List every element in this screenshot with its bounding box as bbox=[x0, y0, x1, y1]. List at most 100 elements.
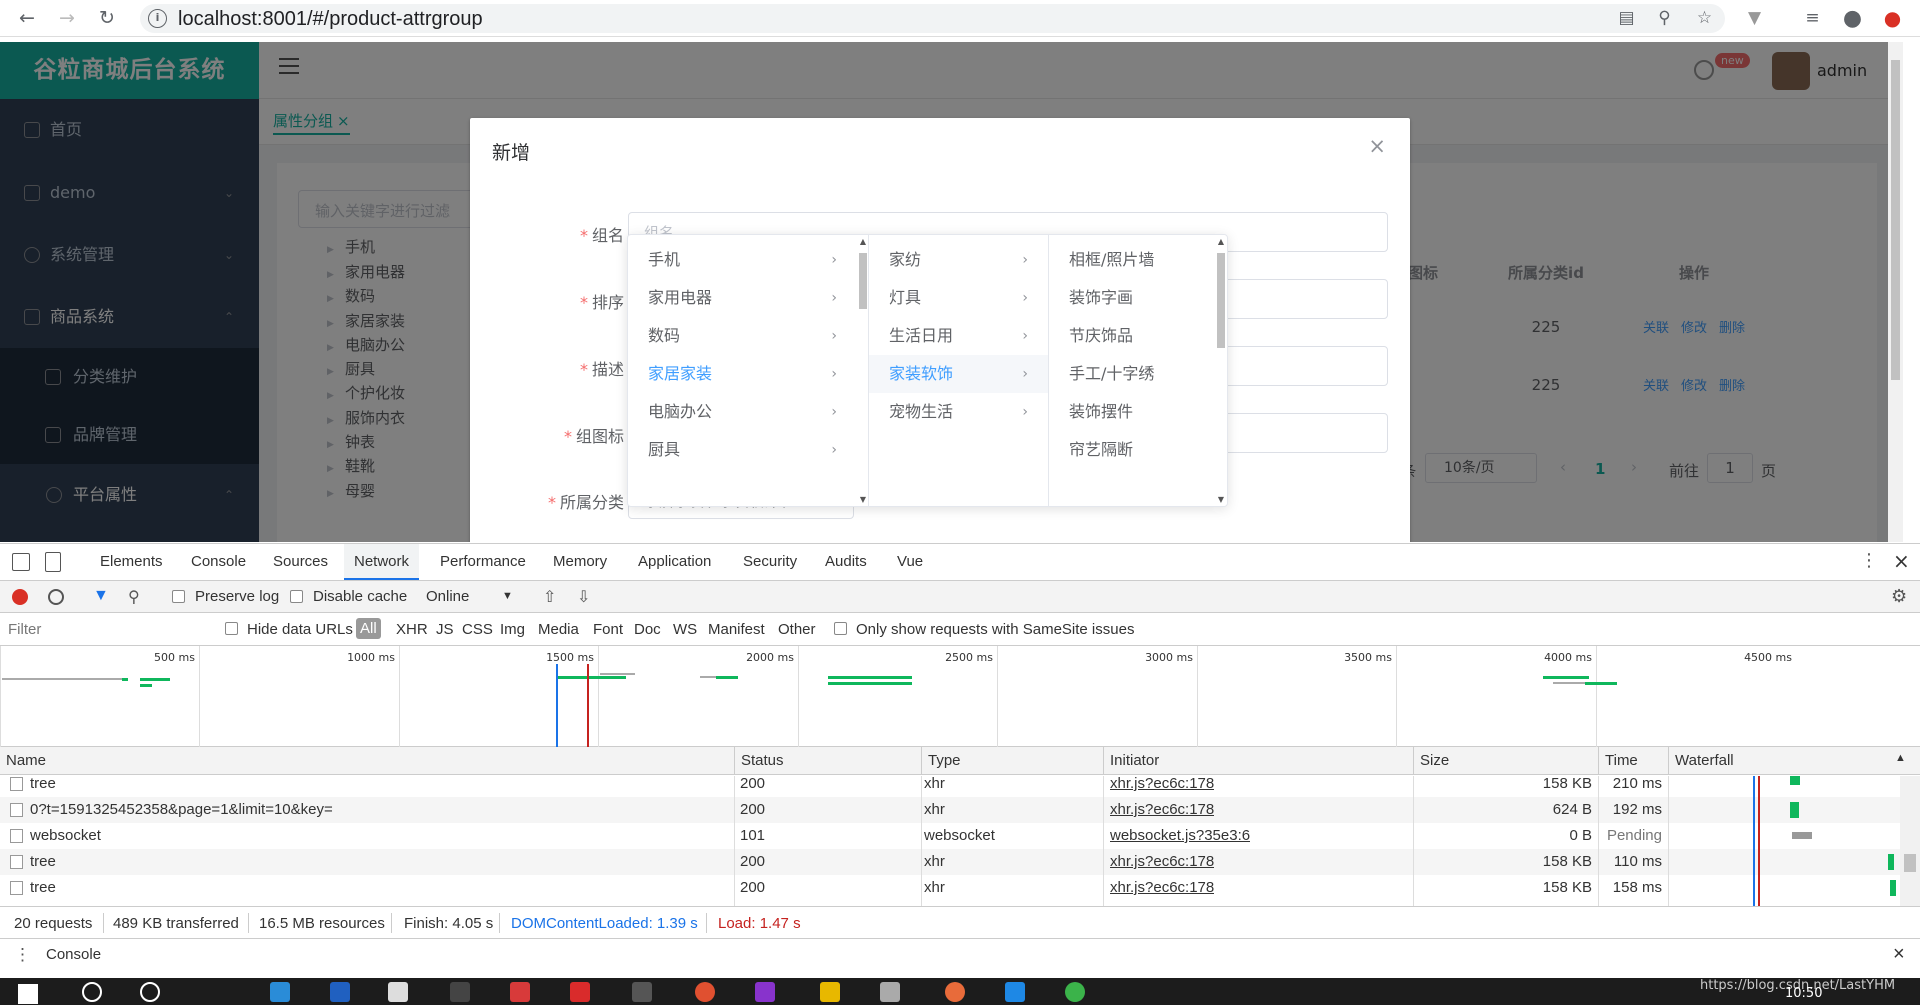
record-icon[interactable] bbox=[12, 589, 28, 605]
page-scrollbar[interactable] bbox=[1888, 42, 1903, 542]
inspect-element-icon[interactable] bbox=[12, 553, 30, 571]
app-icon[interactable] bbox=[1065, 982, 1085, 1002]
type-filter-media[interactable]: Media bbox=[538, 621, 579, 638]
reading-list-icon[interactable]: ≡ bbox=[1800, 6, 1825, 31]
close-icon[interactable]: × bbox=[1368, 134, 1386, 158]
cascader-option[interactable]: 电脑办公 › bbox=[628, 393, 857, 431]
column-header-status[interactable]: Status bbox=[734, 747, 921, 775]
samesite-checkbox[interactable] bbox=[834, 622, 847, 635]
app-icon[interactable] bbox=[945, 982, 965, 1002]
tab-sources[interactable]: Sources bbox=[273, 544, 328, 580]
tab-security[interactable]: Security bbox=[743, 544, 797, 580]
type-filter-css[interactable]: CSS bbox=[462, 621, 493, 638]
tab-elements[interactable]: Elements bbox=[100, 544, 163, 580]
app-icon[interactable] bbox=[510, 982, 530, 1002]
app-icon[interactable] bbox=[270, 982, 290, 1002]
disable-cache-checkbox[interactable] bbox=[290, 590, 303, 603]
scroll-up-icon[interactable]: ▲ bbox=[1215, 237, 1227, 246]
cascader-option-active[interactable]: 家装软饰 › bbox=[869, 355, 1048, 393]
app-icon[interactable] bbox=[330, 982, 350, 1002]
cortana-icon[interactable] bbox=[140, 982, 160, 1002]
filter-icon[interactable]: ▼ bbox=[93, 587, 109, 605]
cascader-option-active[interactable]: 家居家装 › bbox=[628, 355, 857, 393]
scroll-thumb[interactable] bbox=[1891, 60, 1900, 380]
app-icon[interactable] bbox=[570, 982, 590, 1002]
cascader-option[interactable]: 数码 › bbox=[628, 317, 857, 355]
cascader-option[interactable]: 厨具 › bbox=[628, 431, 857, 469]
vscode-icon[interactable] bbox=[1005, 982, 1025, 1002]
cell-initiator[interactable]: xhr.js?ec6c:178 bbox=[1110, 875, 1214, 901]
terminal-icon[interactable] bbox=[450, 982, 470, 1002]
type-filter-doc[interactable]: Doc bbox=[634, 621, 661, 638]
tab-console[interactable]: Console bbox=[191, 544, 246, 580]
info-icon[interactable]: i bbox=[148, 9, 167, 28]
import-icon[interactable]: ⇧ bbox=[543, 587, 556, 607]
table-scrollbar[interactable] bbox=[1900, 776, 1920, 906]
column-header-type[interactable]: Type bbox=[921, 747, 1109, 775]
type-filter-js[interactable]: JS bbox=[436, 621, 454, 638]
table-row[interactable]: tree 200 xhr xhr.js?ec6c:178 158 KB 210 ms bbox=[0, 776, 1920, 797]
table-row[interactable]: websocket 101 websocket websocket.js?35e3:6… bbox=[0, 823, 1920, 849]
cell-initiator[interactable]: websocket.js?35e3:6 bbox=[1110, 823, 1250, 849]
column-header-time[interactable]: Time bbox=[1598, 747, 1674, 775]
type-filter-ws[interactable]: WS bbox=[673, 621, 697, 638]
cascader-option[interactable]: 手工/十字绣 bbox=[1049, 355, 1209, 393]
hide-data-urls-checkbox[interactable] bbox=[225, 622, 238, 635]
cascader-option[interactable]: 装饰摆件 bbox=[1049, 393, 1209, 431]
windows-start-icon[interactable] bbox=[18, 984, 38, 1004]
type-filter-font[interactable]: Font bbox=[593, 621, 623, 638]
cascader-option[interactable]: 手机 › bbox=[628, 241, 857, 279]
throttle-select[interactable]: Online ▼ bbox=[420, 581, 520, 614]
table-row[interactable]: 0?t=1591325452358&page=1&limit=10&key= 20… bbox=[0, 797, 1920, 823]
more-options-icon[interactable]: ⋮ bbox=[1860, 550, 1878, 571]
tab-application[interactable]: Application bbox=[638, 544, 711, 580]
close-icon[interactable]: × bbox=[1893, 549, 1910, 573]
cascader-option[interactable]: 相框/照片墙 bbox=[1049, 241, 1209, 279]
translate-icon[interactable]: ▤ bbox=[1614, 6, 1639, 31]
filter-input[interactable]: Filter bbox=[0, 613, 210, 646]
scrollbar[interactable]: ▲ ▼ bbox=[857, 235, 868, 506]
cascader-option[interactable]: 家用电器 › bbox=[628, 279, 857, 317]
close-icon[interactable]: × bbox=[1893, 943, 1905, 966]
export-icon[interactable]: ⇩ bbox=[577, 587, 590, 607]
column-header-waterfall[interactable]: Waterfall bbox=[1668, 747, 1920, 775]
zoom-icon[interactable]: ⚲ bbox=[1652, 6, 1677, 31]
tab-audits[interactable]: Audits bbox=[825, 544, 867, 580]
type-filter-img[interactable]: Img bbox=[500, 621, 525, 638]
drawer-menu-icon[interactable]: ⋮ bbox=[14, 945, 31, 965]
folder-icon[interactable] bbox=[820, 982, 840, 1002]
cascader-option[interactable]: 家纺 › bbox=[869, 241, 1048, 279]
search-icon[interactable]: ⚲ bbox=[128, 587, 140, 607]
cell-initiator[interactable]: xhr.js?ec6c:178 bbox=[1110, 797, 1214, 823]
cascader-option[interactable]: 宠物生活 › bbox=[869, 393, 1048, 431]
scroll-thumb[interactable] bbox=[1904, 854, 1916, 872]
tab-performance[interactable]: Performance bbox=[440, 544, 526, 580]
app-icon[interactable] bbox=[632, 982, 652, 1002]
forward-icon[interactable]: → bbox=[54, 5, 80, 31]
scroll-down-icon[interactable]: ▼ bbox=[857, 495, 868, 504]
address-bar[interactable]: i localhost:8001/#/product-attrgroup bbox=[140, 4, 1725, 33]
settings-gear-icon[interactable]: ⚙ bbox=[1891, 586, 1907, 607]
scrollbar[interactable]: ▲ ▼ bbox=[1215, 235, 1227, 506]
chrome-icon[interactable] bbox=[695, 982, 715, 1002]
back-icon[interactable]: ← bbox=[14, 5, 40, 31]
device-toolbar-icon[interactable] bbox=[45, 552, 61, 572]
vue-extension-icon[interactable]: ▼ bbox=[1742, 6, 1767, 31]
cascader-option[interactable]: 帘艺隔断 bbox=[1049, 431, 1209, 469]
column-header-initiator[interactable]: Initiator bbox=[1103, 747, 1413, 775]
app-icon[interactable] bbox=[388, 982, 408, 1002]
type-filter-other[interactable]: Other bbox=[778, 621, 816, 638]
cell-initiator[interactable]: xhr.js?ec6c:178 bbox=[1110, 776, 1214, 797]
tab-vue[interactable]: Vue bbox=[897, 544, 923, 580]
app-icon[interactable] bbox=[880, 982, 900, 1002]
update-icon[interactable]: ● bbox=[1880, 6, 1905, 31]
table-row[interactable]: tree 200 xhr xhr.js?ec6c:178 158 KB 158 ms bbox=[0, 875, 1920, 901]
scroll-thumb[interactable] bbox=[1217, 253, 1225, 348]
scroll-down-icon[interactable]: ▼ bbox=[1215, 495, 1227, 504]
column-header-name[interactable]: Name bbox=[0, 747, 734, 775]
tab-network[interactable]: Network bbox=[344, 544, 420, 580]
table-row[interactable]: tree 200 xhr xhr.js?ec6c:178 158 KB 110 ms bbox=[0, 849, 1920, 875]
intellij-icon[interactable] bbox=[755, 982, 775, 1002]
column-header-size[interactable]: Size bbox=[1413, 747, 1598, 775]
cascader-option[interactable]: 节庆饰品 bbox=[1049, 317, 1209, 355]
